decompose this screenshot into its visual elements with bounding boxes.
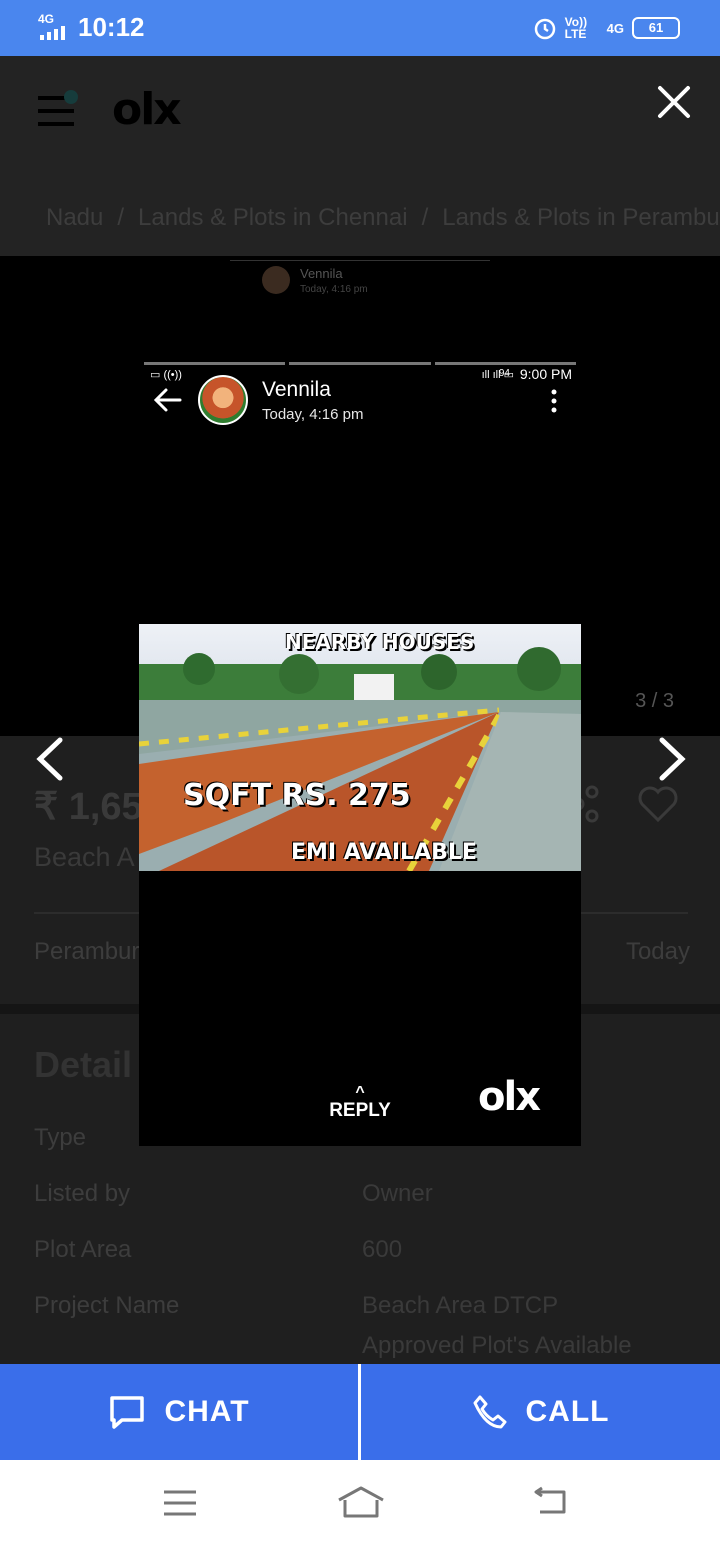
detail-value: Approved Plot's Available [362, 1332, 632, 1359]
screenshot-time: 9:00 PM [519, 366, 572, 382]
reply-label: REPLY [329, 1100, 391, 1121]
more-options-icon [551, 389, 557, 413]
status-right: Vo)) LTE 4G 61 [533, 16, 680, 40]
avatar [198, 375, 248, 425]
caption-nearby-houses: NEARBY HOUSES [285, 630, 475, 654]
story-progress [144, 362, 576, 365]
caption-price: SQFT RS. 275 [183, 778, 411, 813]
reply-prompt: ^ REPLY [320, 1084, 400, 1122]
chevron-left-icon[interactable] [30, 734, 70, 784]
breadcrumb-item[interactable]: Nadu [46, 204, 103, 232]
chat-button[interactable]: CHAT [0, 1364, 358, 1460]
breadcrumb-separator: / [421, 204, 429, 231]
chat-label: CHAT [164, 1395, 250, 1428]
chat-icon [110, 1396, 145, 1429]
menu-icon[interactable] [38, 90, 78, 126]
detail-value: Beach Area DTCP [362, 1292, 559, 1319]
breadcrumb-item[interactable]: Lands & Plots in Perambur [442, 204, 720, 232]
plot-photo: NEARBY HOUSES SQFT RS. 275 EMI AVAILABLE [139, 624, 581, 871]
faint-header: Vennila Today, 4:16 pm [230, 260, 490, 300]
breadcrumb: Nadu / Lands & Plots in Chennai / Lands … [46, 204, 720, 232]
faint-contact-name: Vennila [300, 266, 343, 281]
back-icon[interactable] [530, 1486, 570, 1518]
listing-title: Beach A [34, 842, 135, 872]
call-button[interactable]: CALL [361, 1364, 720, 1460]
system-nav-bar [0, 1460, 720, 1544]
favorite-icon[interactable] [636, 784, 680, 824]
caption-emi: EMI AVAILABLE [291, 840, 477, 865]
detail-value: Owner [362, 1180, 433, 1207]
chevron-up-icon: ^ [355, 1084, 365, 1101]
listing-location: Perambur [34, 938, 140, 965]
image-counter: 3 / 3 [635, 690, 674, 712]
phone-icon [473, 1395, 506, 1429]
dimmed-header: olx Nadu / Lands & Plots in Chennai / La… [0, 56, 720, 256]
cast-icon: ▭ ((•)) [150, 369, 182, 381]
listing-price: ₹ 1,65 [34, 786, 143, 828]
watermark-text: olx [478, 1074, 541, 1120]
contact-name: Vennila [262, 378, 331, 401]
close-icon[interactable] [654, 82, 694, 122]
chevron-right-icon[interactable] [652, 734, 692, 784]
status-bar: 4G 10:12 Vo)) LTE 4G 61 [0, 0, 720, 56]
listing-date: Today [625, 938, 690, 965]
detail-value: 600 [362, 1236, 403, 1263]
plot-photo-graphic [139, 624, 581, 871]
home-icon[interactable] [336, 1484, 386, 1520]
detail-label: Listed by [34, 1180, 131, 1207]
recent-apps-icon[interactable] [162, 1488, 198, 1518]
contact-timestamp: Today, 4:16 pm [262, 406, 364, 423]
battery-level: 61 [648, 20, 664, 35]
call-label: CALL [525, 1395, 610, 1428]
data-type: 4G [606, 20, 624, 36]
back-arrow-icon [153, 388, 182, 412]
clock: 10:12 [78, 12, 145, 42]
details-heading: Detail [34, 1044, 133, 1085]
olx-logo: olx [112, 84, 182, 135]
network-type: 4G [38, 12, 55, 26]
action-bar: CHAT CALL [0, 1364, 720, 1460]
volte-indicator: Vo)) LTE [564, 15, 588, 41]
detail-label: Project Name [34, 1292, 180, 1319]
detail-label: Type [34, 1124, 87, 1151]
signal-icon [40, 26, 65, 40]
faint-timestamp: Today, 4:16 pm [300, 284, 368, 295]
logo-text: olx [112, 84, 182, 135]
breadcrumb-separator: / [117, 204, 125, 231]
detail-label: Plot Area [34, 1236, 132, 1263]
alarm-icon [534, 18, 555, 40]
screenshot-battery: 94 [498, 368, 510, 379]
battery-icon: 61 [632, 17, 680, 39]
olx-watermark: olx [478, 1074, 541, 1120]
breadcrumb-item[interactable]: Lands & Plots in Chennai [138, 204, 408, 232]
